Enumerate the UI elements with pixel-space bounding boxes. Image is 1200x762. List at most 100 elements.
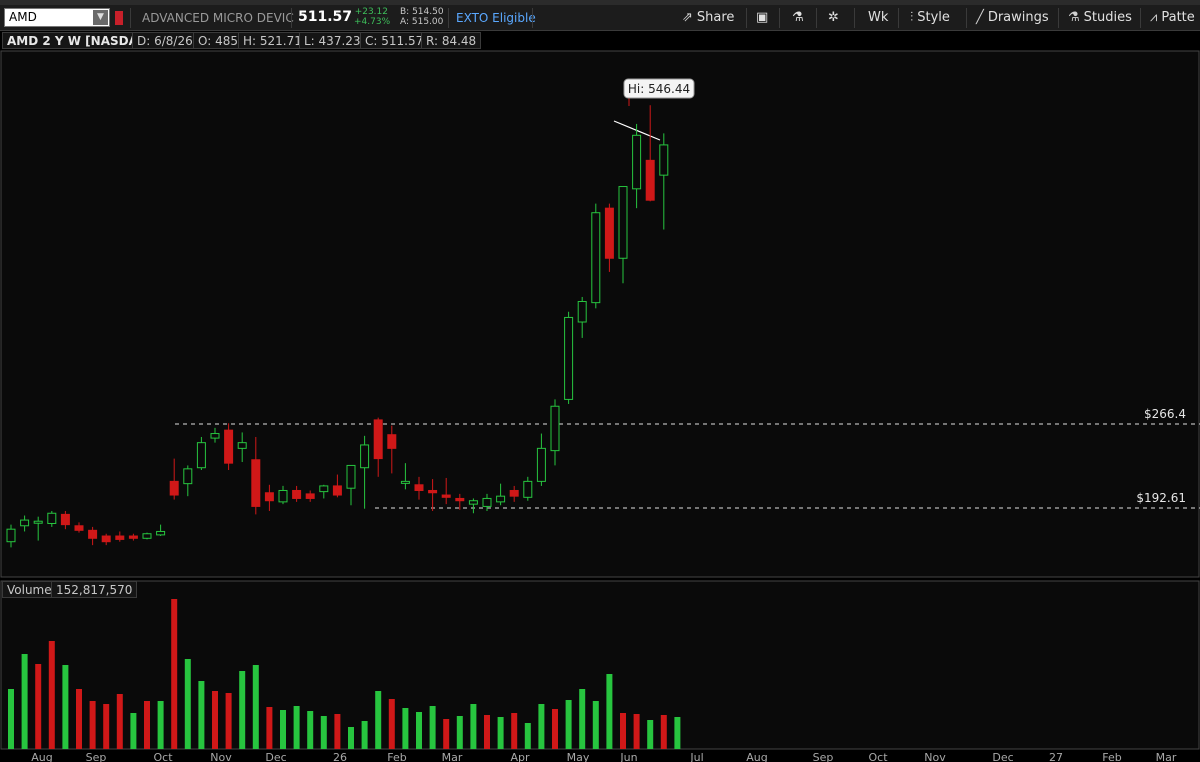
candle-up[interactable]	[550, 405, 560, 452]
candle-up[interactable]	[591, 212, 601, 304]
volume-bar[interactable]	[293, 706, 300, 749]
volume-bar[interactable]	[184, 659, 191, 749]
volume-bar[interactable]	[620, 713, 626, 749]
candle-down[interactable]	[428, 489, 438, 494]
candle-down[interactable]	[455, 497, 465, 502]
volume-bar[interactable]	[633, 714, 640, 749]
volume-bar[interactable]	[388, 699, 395, 749]
candle-up[interactable]	[482, 497, 492, 507]
volume-bar[interactable]	[497, 717, 504, 749]
candle-up[interactable]	[319, 485, 329, 493]
candle-up[interactable]	[564, 316, 574, 400]
candle-up[interactable]	[496, 495, 506, 503]
candle-down[interactable]	[604, 207, 614, 259]
volume-bar[interactable]	[484, 715, 490, 749]
candle-up[interactable]	[278, 489, 288, 503]
volume-bar[interactable]	[130, 713, 137, 749]
candle-down[interactable]	[88, 529, 98, 539]
volume-bar[interactable]	[239, 671, 246, 749]
candle-up[interactable]	[20, 519, 30, 527]
volume-bar[interactable]	[361, 721, 368, 749]
volume-bar[interactable]	[157, 701, 164, 749]
volume-bar[interactable]	[606, 674, 613, 749]
volume-bar[interactable]	[144, 701, 150, 749]
price-panel[interactable]	[0, 50, 1200, 578]
candle-down[interactable]	[251, 459, 261, 507]
candle-up[interactable]	[237, 442, 247, 449]
candle-down[interactable]	[387, 434, 397, 449]
candle-down[interactable]	[373, 419, 383, 460]
candle-up[interactable]	[210, 433, 220, 439]
candle-down[interactable]	[74, 525, 84, 531]
volume-bar[interactable]	[171, 599, 178, 749]
candle-up[interactable]	[346, 464, 356, 489]
volume-bar[interactable]	[307, 711, 314, 749]
volume-bar[interactable]	[375, 691, 382, 749]
volume-bar[interactable]	[429, 706, 436, 749]
volume-bar[interactable]	[89, 701, 96, 749]
volume-bar[interactable]	[8, 689, 14, 749]
volume-panel[interactable]	[0, 580, 1200, 750]
volume-bar[interactable]	[416, 712, 422, 749]
volume-bar[interactable]	[660, 715, 667, 749]
candle-down[interactable]	[224, 429, 234, 464]
volume-bar[interactable]	[212, 691, 218, 749]
candle-up[interactable]	[523, 480, 533, 498]
candle-up[interactable]	[6, 528, 16, 543]
candle-up[interactable]	[400, 480, 410, 484]
candle-up[interactable]	[156, 530, 166, 536]
candle-up[interactable]	[360, 444, 370, 469]
candle-down[interactable]	[441, 494, 451, 498]
volume-bar[interactable]	[456, 716, 463, 749]
volume-bar[interactable]	[443, 719, 450, 749]
volume-bar[interactable]	[552, 709, 558, 749]
candle-down[interactable]	[292, 489, 302, 499]
volume-bar[interactable]	[524, 723, 531, 749]
volume-bar[interactable]	[103, 704, 110, 749]
volume-bar[interactable]	[334, 714, 341, 749]
volume-bar[interactable]	[35, 664, 42, 749]
candle-down[interactable]	[305, 493, 315, 499]
candle-down[interactable]	[128, 535, 138, 539]
candle-up[interactable]	[536, 447, 546, 482]
candle-up[interactable]	[183, 468, 193, 485]
candle-down[interactable]	[414, 484, 424, 491]
volume-bar[interactable]	[674, 717, 681, 749]
volume-bar[interactable]	[252, 665, 259, 749]
candle-up[interactable]	[659, 144, 669, 176]
candle-up[interactable]	[577, 301, 587, 323]
volume-bar[interactable]	[565, 700, 572, 749]
candle-down[interactable]	[264, 492, 274, 502]
candle-down[interactable]	[332, 485, 342, 496]
volume-bar[interactable]	[280, 710, 286, 749]
volume-bar[interactable]	[592, 701, 599, 749]
volume-bar[interactable]	[225, 693, 232, 749]
candle-down[interactable]	[101, 535, 111, 543]
volume-bar[interactable]	[470, 704, 477, 749]
candle-up[interactable]	[47, 512, 57, 524]
price-chart[interactable]: $266.4 $192.61 Hi: 546.44 Aug Sep Oct Nov De…	[0, 0, 1200, 762]
volume-bar[interactable]	[647, 720, 654, 749]
volume-bar[interactable]	[266, 707, 273, 749]
candle-down[interactable]	[169, 480, 179, 496]
candle-up[interactable]	[632, 134, 642, 190]
volume-bar[interactable]	[62, 665, 69, 749]
volume-bar[interactable]	[348, 727, 354, 749]
volume-bar[interactable]	[198, 681, 205, 749]
candle-up[interactable]	[142, 533, 152, 539]
volume-bar[interactable]	[579, 689, 586, 749]
volume-bar[interactable]	[21, 654, 28, 749]
volume-bar[interactable]	[402, 708, 409, 749]
candle-down[interactable]	[115, 535, 125, 540]
volume-bar[interactable]	[511, 713, 518, 749]
volume-bar[interactable]	[320, 716, 327, 749]
candle-down[interactable]	[509, 489, 519, 497]
candle-up[interactable]	[196, 442, 206, 469]
candle-up[interactable]	[33, 520, 43, 524]
candle-up[interactable]	[468, 500, 478, 505]
candle-up[interactable]	[618, 186, 628, 259]
candle-down[interactable]	[645, 159, 655, 201]
volume-bar[interactable]	[76, 689, 82, 749]
volume-bar[interactable]	[538, 704, 545, 749]
candle-down[interactable]	[60, 513, 70, 526]
